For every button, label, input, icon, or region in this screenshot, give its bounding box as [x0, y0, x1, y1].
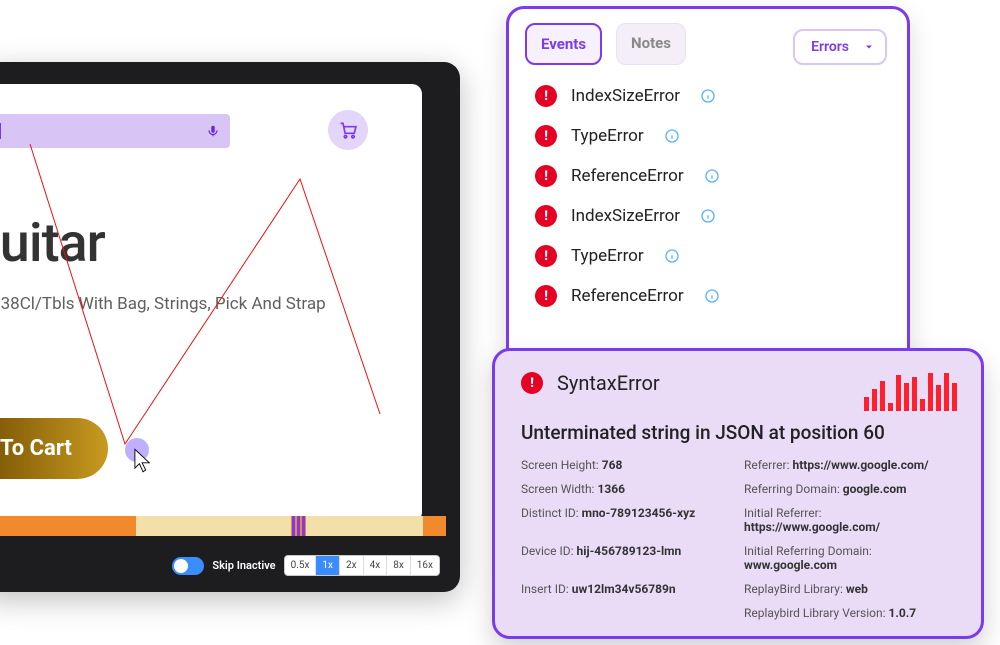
error-item-label: ReferenceError: [571, 286, 684, 306]
spark-bar: [920, 399, 925, 411]
meta-cell: Screen Width: 1366: [521, 482, 732, 496]
error-item[interactable]: ! IndexSizeError: [535, 85, 887, 107]
meta-cell: Referring Domain: google.com: [744, 482, 955, 496]
speed-16x[interactable]: 16x: [411, 556, 439, 575]
session-player: Guitar way, 38Cl/Tbls With Bag, Strings,…: [0, 62, 460, 592]
error-list: ! IndexSizeError ! TypeError ! Reference…: [535, 85, 887, 307]
search-bar[interactable]: [0, 114, 230, 148]
spark-bar: [952, 383, 957, 411]
spark-bar: [912, 377, 917, 411]
meta-cell: Referrer: https://www.google.com/: [744, 458, 955, 472]
speed-1x[interactable]: 1x: [316, 556, 340, 575]
error-item[interactable]: ! ReferenceError: [535, 165, 887, 187]
product-subtitle: way, 38Cl/Tbls With Bag, Strings, Pick A…: [0, 294, 326, 314]
spark-bar: [904, 383, 909, 411]
spark-bar: [872, 389, 877, 411]
timeline[interactable]: [0, 516, 446, 536]
info-icon[interactable]: [704, 168, 720, 184]
error-item[interactable]: ! TypeError: [535, 125, 887, 147]
filter-errors-dropdown[interactable]: Errors: [793, 29, 887, 65]
error-icon: !: [521, 372, 543, 394]
error-icon: !: [535, 205, 557, 227]
error-message: Unterminated string in JSON at position …: [521, 421, 955, 444]
spark-bar: [888, 403, 893, 411]
error-item[interactable]: ! IndexSizeError: [535, 205, 887, 227]
error-item[interactable]: ! TypeError: [535, 245, 887, 267]
error-icon: !: [535, 245, 557, 267]
spark-bar: [936, 385, 941, 411]
meta-cell: Distinct ID: mno-789123456-xyz: [521, 506, 732, 534]
cart-icon: [338, 120, 358, 140]
events-panel: Events Notes Errors ! IndexSizeError ! T…: [506, 6, 910, 386]
info-icon[interactable]: [664, 248, 680, 264]
speed-selector[interactable]: 0.5x1x2x4x8x16x: [284, 555, 440, 576]
error-name: SyntaxError: [557, 371, 660, 395]
product-title: Guitar: [0, 212, 105, 275]
meta-cell: ReplayBird Library: web: [744, 582, 955, 596]
error-item[interactable]: ! ReferenceError: [535, 285, 887, 307]
info-icon[interactable]: [704, 288, 720, 304]
info-icon[interactable]: [700, 88, 716, 104]
skip-inactive-label: Skip Inactive: [212, 559, 275, 572]
error-detail-card: ! SyntaxError Unterminated string in JSO…: [492, 348, 984, 639]
meta-cell: Device ID: hij-456789123-lmn: [521, 544, 732, 572]
sparkline: [864, 371, 957, 411]
cart-button[interactable]: [328, 110, 368, 150]
error-item-label: IndexSizeError: [571, 86, 680, 106]
spark-bar: [928, 373, 933, 411]
tab-notes[interactable]: Notes: [616, 23, 686, 65]
error-icon: !: [535, 85, 557, 107]
skip-inactive-toggle[interactable]: [172, 557, 204, 575]
speed-8x[interactable]: 8x: [387, 556, 411, 575]
meta-cell: Insert ID: uw12lm34v56789n: [521, 582, 732, 596]
meta-cell: Screen Height: 768: [521, 458, 732, 472]
error-icon: !: [535, 125, 557, 147]
error-item-label: TypeError: [571, 246, 644, 266]
meta-cell: Replaybird Library Version: 1.0.7: [744, 606, 955, 620]
text-cursor: [0, 123, 1, 139]
meta-cell: Initial Referring Domain: www.google.com: [744, 544, 955, 572]
meta-cell: [521, 606, 732, 620]
info-icon[interactable]: [700, 208, 716, 224]
player-controls: Skip Inactive 0.5x1x2x4x8x16x: [172, 555, 440, 576]
page-surface: Guitar way, 38Cl/Tbls With Bag, Strings,…: [0, 84, 422, 522]
info-icon[interactable]: [664, 128, 680, 144]
microphone-icon[interactable]: [206, 124, 220, 138]
spark-bar: [944, 373, 949, 411]
speed-2x[interactable]: 2x: [340, 556, 364, 575]
add-to-cart-button[interactable]: To Cart: [0, 418, 108, 479]
tab-events[interactable]: Events: [525, 23, 602, 65]
speed-4x[interactable]: 4x: [364, 556, 388, 575]
error-item-label: ReferenceError: [571, 166, 684, 186]
error-item-label: IndexSizeError: [571, 206, 680, 226]
spark-bar: [896, 375, 901, 411]
cursor-icon: [134, 448, 152, 474]
error-item-label: TypeError: [571, 126, 644, 146]
error-icon: !: [535, 165, 557, 187]
speed-0.5x[interactable]: 0.5x: [285, 556, 317, 575]
error-icon: !: [535, 285, 557, 307]
spark-bar: [880, 381, 885, 411]
meta-cell: Initial Referrer: https://www.google.com…: [744, 506, 955, 534]
spark-bar: [864, 397, 869, 411]
chevron-down-icon: [863, 41, 875, 53]
error-meta-grid: Screen Height: 768 Referrer: https://www.…: [521, 458, 955, 620]
